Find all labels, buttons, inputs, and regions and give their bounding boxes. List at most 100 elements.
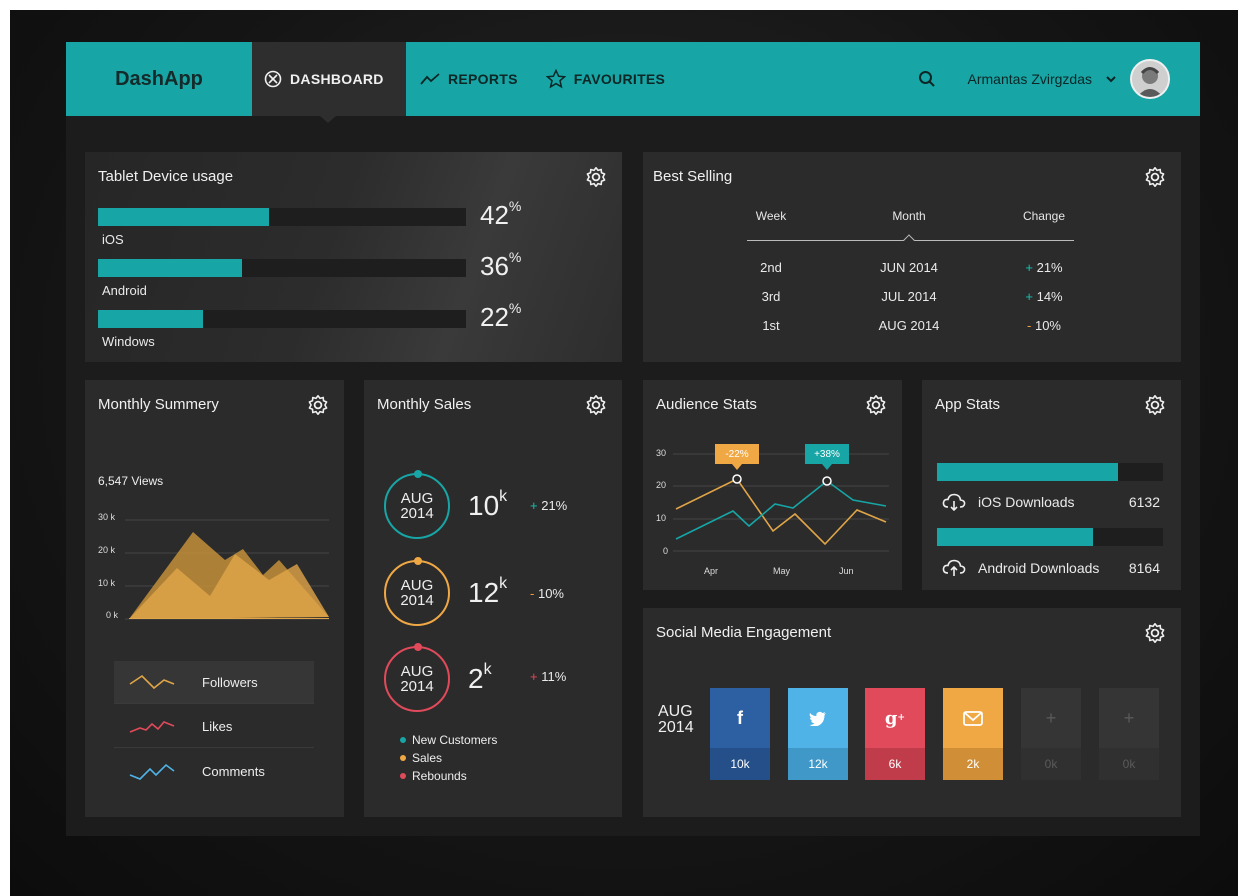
user-name[interactable]: Armantas Zvirgzdas [968, 71, 1092, 87]
google-plus-count: 6k [865, 748, 925, 780]
android-downloads-label: Android Downloads [978, 560, 1100, 576]
comments-label: Comments [202, 763, 265, 779]
area-chart [125, 519, 329, 620]
tooltip-pointer [732, 464, 742, 470]
add-network-tile[interactable]: + 0k [1021, 688, 1081, 780]
android-downloads-fill [937, 528, 1093, 546]
ring-year: 2014 [400, 678, 434, 695]
views-count: 6,547 Views [98, 474, 164, 488]
row3-change-value: 10% [1034, 318, 1061, 333]
windows-usage-bar [98, 310, 466, 328]
windows-percent-value: 22 [480, 302, 509, 332]
orange-line-icon [129, 674, 175, 690]
col-change[interactable]: Change [1014, 209, 1074, 223]
followers-label: Followers [202, 674, 258, 690]
sales-change: - 10% [530, 586, 564, 601]
xtick-may: May [773, 566, 791, 576]
row2-change: + 14% [1004, 289, 1084, 304]
legend-likes[interactable]: Likes [114, 705, 314, 747]
cloud-download-icon [942, 493, 966, 511]
legend-comments[interactable]: Comments [114, 750, 314, 792]
teal-tooltip: +38% [805, 444, 849, 464]
ring-month: AUG [400, 663, 434, 680]
rebounds-ring: AUG 2014 [384, 643, 450, 712]
android-label: Android [102, 283, 147, 298]
ring-dot [414, 643, 422, 651]
up-sign: + [530, 498, 538, 513]
sort-indicator [903, 234, 915, 246]
new-customers-value: 10k [468, 488, 507, 522]
nav-favourites[interactable]: FAVOURITES [532, 42, 679, 116]
change-value: 10% [537, 586, 564, 601]
gear-icon[interactable] [1144, 394, 1166, 416]
best-selling-title: Best Selling [653, 168, 733, 185]
gear-icon[interactable] [307, 394, 329, 416]
ring-dot [414, 470, 422, 478]
ring-month: AUG [400, 490, 434, 507]
audience-line-chart [673, 453, 889, 552]
twitter-tile[interactable]: 12k [788, 688, 848, 780]
row3-month: AUG 2014 [878, 318, 940, 333]
up-sign: + [1025, 260, 1033, 275]
sales-value: 12k [468, 575, 507, 609]
social-year: 2014 [658, 719, 694, 736]
col-month[interactable]: Month [879, 209, 939, 223]
gear-icon[interactable] [1144, 622, 1166, 644]
gear-icon[interactable] [585, 166, 607, 188]
facebook-icon: f [710, 688, 770, 748]
ios-percent: 42% [480, 198, 521, 231]
brand-logo[interactable]: DashApp [66, 42, 252, 116]
search-icon[interactable] [918, 70, 936, 88]
app-stats-panel: App Stats iOS Downloads 6132 Android Dow… [922, 380, 1181, 590]
rebounds-value: 2k [468, 661, 492, 695]
legend-sales: Sales [400, 751, 442, 765]
change-value: 11% [541, 669, 567, 684]
ios-percent-value: 42 [480, 200, 509, 230]
add-network-tile[interactable]: + 0k [1099, 688, 1159, 780]
avatar[interactable] [1130, 59, 1170, 99]
social-media-panel: Social Media Engagement AUG 2014 f 10k 1… [643, 608, 1181, 817]
legend-divider [114, 747, 314, 748]
chevron-down-icon[interactable] [1106, 75, 1116, 83]
teal-series [675, 479, 887, 540]
windows-usage-fill [98, 310, 203, 328]
ios-usage-bar [98, 208, 466, 226]
windows-percent: 22% [480, 300, 521, 333]
cloud-upload-icon [942, 559, 966, 576]
monthly-summary-panel: Monthly Summery 6,547 Views 30 k 20 k 10… [85, 380, 344, 817]
gear-icon[interactable] [585, 394, 607, 416]
row2-month: JUL 2014 [881, 289, 937, 304]
ring-dot [414, 557, 422, 565]
plus-sign: + [530, 669, 538, 684]
down-sign: - [1027, 318, 1032, 333]
compass-icon [264, 70, 282, 88]
col-week[interactable]: Week [741, 209, 801, 223]
social-media-title: Social Media Engagement [656, 624, 832, 641]
ios-downloads-value: 6132 [1128, 494, 1160, 510]
new-customers-change: + 21% [530, 498, 567, 513]
nav-reports[interactable]: REPORTS [406, 42, 532, 116]
email-tile[interactable]: 2k [943, 688, 1003, 780]
row1-week: 2nd [760, 260, 782, 275]
nav-dashboard[interactable]: DASHBOARD [252, 42, 406, 123]
gear-icon[interactable] [865, 394, 887, 416]
twitter-icon [788, 688, 848, 748]
legend-divider [114, 703, 314, 704]
tablet-usage-panel: Tablet Device usage iOS 42% Android 36% … [85, 152, 622, 362]
ring-year: 2014 [400, 505, 434, 522]
rebounds-change: + 11% [530, 669, 566, 684]
top-navbar: DashApp DASHBOARD REPORTS FAVOURITES Arm… [66, 42, 1200, 123]
android-usage-bar [98, 259, 466, 277]
gear-icon[interactable] [1144, 166, 1166, 188]
legend-label: Rebounds [412, 769, 467, 783]
value-unit: k [483, 661, 492, 678]
facebook-tile[interactable]: f 10k [710, 688, 770, 780]
row1-month: JUN 2014 [880, 260, 938, 275]
value-number: 12 [468, 577, 500, 608]
legend-followers[interactable]: Followers [114, 661, 314, 703]
nav-dashboard-label: DASHBOARD [290, 71, 384, 87]
google-plus-tile[interactable]: g + 6k [865, 688, 925, 780]
trend-icon [420, 73, 440, 85]
legend-label: New Customers [412, 733, 498, 747]
windows-label: Windows [102, 334, 155, 349]
